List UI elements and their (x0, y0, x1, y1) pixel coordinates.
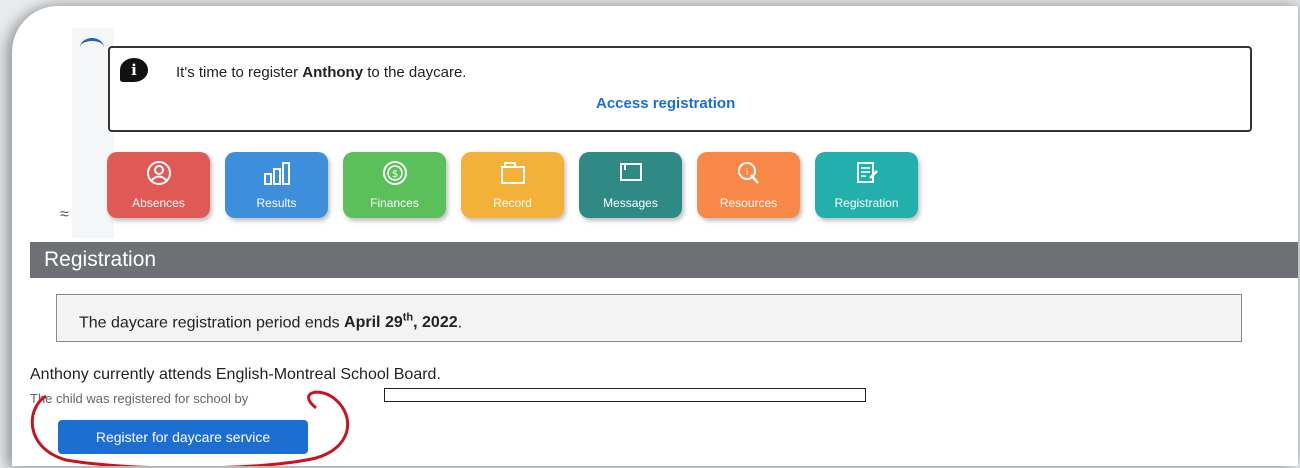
tile-messages[interactable]: Messages (579, 152, 682, 218)
attends-text: Anthony currently attends English-Montre… (30, 366, 441, 383)
folder-icon (461, 160, 564, 188)
alert-message: It's time to register Anthony to the day… (176, 64, 467, 81)
tile-finances[interactable]: $ Finances (343, 152, 446, 218)
registration-period-notice: The daycare registration period ends Apr… (56, 294, 1242, 342)
tile-absences[interactable]: Absences (107, 152, 210, 218)
info-icon: i (120, 58, 148, 82)
tile-results[interactable]: Results (225, 152, 328, 218)
person-circle-icon (107, 160, 210, 188)
registration-form-icon (815, 160, 918, 188)
tile-registration[interactable]: Registration (815, 152, 918, 218)
child-name: Anthony (302, 64, 364, 81)
section-title: Registration (30, 242, 1298, 278)
main-card: i It's time to register Anthony to the d… (12, 6, 1298, 466)
chevron-up-double-icon[interactable]: ≈ (60, 206, 69, 224)
svg-text:i: i (745, 168, 748, 178)
registered-by-text: The child was registered for school by (30, 391, 249, 406)
dollar-coin-icon: $ (343, 160, 446, 188)
bar-chart-icon (225, 160, 328, 188)
resources-icon: i (697, 160, 800, 188)
tile-resources[interactable]: i Resources (697, 152, 800, 218)
message-icon (579, 160, 682, 188)
svg-text:$: $ (391, 169, 397, 180)
register-daycare-button[interactable]: Register for daycare service (58, 420, 308, 454)
access-registration-link[interactable]: Access registration (596, 95, 735, 112)
redacted-field (384, 388, 866, 402)
registration-alert: i It's time to register Anthony to the d… (108, 46, 1252, 132)
tile-record[interactable]: Record (461, 152, 564, 218)
